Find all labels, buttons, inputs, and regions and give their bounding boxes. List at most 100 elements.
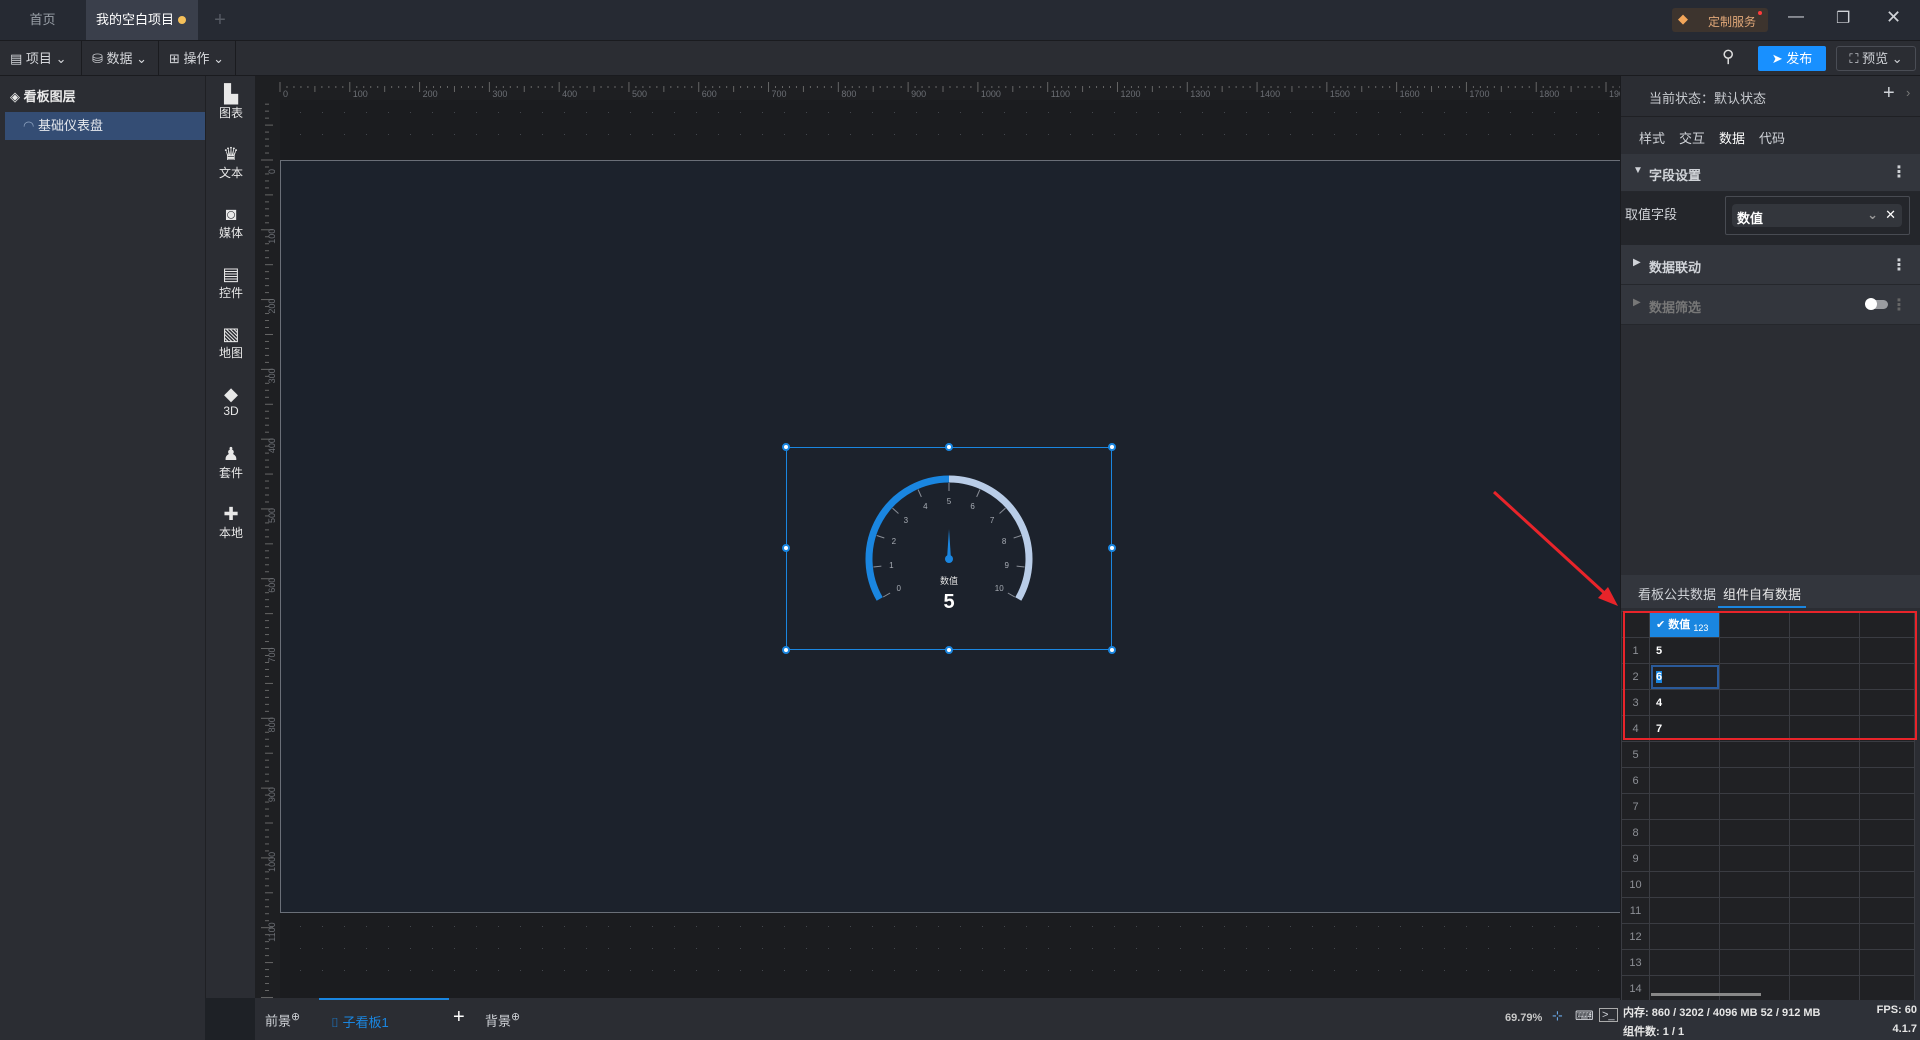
cell[interactable] (1859, 845, 1915, 872)
cell[interactable] (1719, 793, 1790, 820)
add-circle-icon[interactable]: ⊕ (511, 1011, 520, 1023)
resize-handle[interactable] (945, 646, 953, 654)
keyboard-icon[interactable]: ⌨ (1575, 1008, 1594, 1024)
zoom-level[interactable]: 69.79% (1505, 1012, 1542, 1024)
menu-project[interactable]: ▤ 项目 ⌄ (0, 41, 82, 77)
gauge-chart[interactable]: 0 1 2 3 4 5 6 7 8 9 10 数值 5 (786, 447, 1112, 650)
menu-data[interactable]: ⛁ 数据 ⌄ (82, 41, 159, 77)
component-map[interactable]: ▧ 地图 (206, 324, 256, 361)
layer-item[interactable]: ◠ 基础仪表盘 (5, 112, 205, 140)
cell[interactable] (1649, 897, 1720, 924)
component-cube[interactable]: ◆ 3D (206, 384, 256, 418)
component-shirt[interactable]: ♟ 套件 (206, 444, 256, 481)
add-tab-button[interactable]: + (205, 0, 235, 40)
cell[interactable] (1719, 923, 1790, 950)
component-bar-chart[interactable]: ▙ 图表 (206, 84, 256, 121)
tab-1[interactable]: 交互 (1679, 128, 1705, 157)
cell[interactable] (1649, 793, 1720, 820)
section-title: 数据筛选 (1649, 300, 1702, 315)
chevron-right-icon[interactable]: › (1906, 85, 1910, 100)
cell[interactable] (1789, 845, 1860, 872)
cell[interactable] (1859, 767, 1915, 794)
foreground-tab[interactable]: 前景⊕ (265, 1010, 300, 1029)
resize-handle[interactable] (782, 443, 790, 451)
cell[interactable] (1719, 845, 1790, 872)
cell[interactable] (1719, 741, 1790, 768)
tab-home[interactable]: 首页 (0, 0, 85, 40)
cell[interactable] (1649, 767, 1720, 794)
tab-0[interactable]: 样式 (1639, 128, 1665, 157)
cell[interactable] (1789, 897, 1860, 924)
cell[interactable] (1649, 741, 1720, 768)
cell[interactable] (1789, 793, 1860, 820)
field-settings-section[interactable]: ▼ 字段设置 ⋮ (1621, 154, 1920, 192)
cell[interactable] (1649, 871, 1720, 898)
cell[interactable] (1649, 819, 1720, 846)
close-icon[interactable]: ✕ (1886, 7, 1901, 28)
preview-button[interactable]: ⛶ 预览 ⌄ (1836, 46, 1916, 71)
component-crown[interactable]: ♛ 文本 (206, 144, 256, 181)
custom-service-button[interactable]: ◆ 定制服务 (1672, 8, 1768, 32)
cell[interactable] (1719, 819, 1790, 846)
component-list[interactable]: ▤ 控件 (206, 264, 256, 301)
restore-icon[interactable]: ❐ (1836, 8, 1850, 28)
fit-screen-icon[interactable]: ⊹ (1552, 1008, 1563, 1024)
resize-handle[interactable] (782, 646, 790, 654)
cell[interactable] (1859, 923, 1915, 950)
cell[interactable] (1789, 923, 1860, 950)
cell[interactable] (1649, 975, 1720, 1002)
resize-handle[interactable] (1108, 544, 1116, 552)
resize-handle[interactable] (1108, 646, 1116, 654)
cell[interactable] (1789, 767, 1860, 794)
minimize-icon[interactable]: — (1788, 8, 1804, 26)
cell[interactable] (1789, 819, 1860, 846)
publish-button[interactable]: ➤ 发布 (1758, 46, 1826, 71)
resize-handle[interactable] (1108, 443, 1116, 451)
cell[interactable] (1789, 871, 1860, 898)
add-circle-icon[interactable]: ⊕ (291, 1011, 300, 1023)
cell[interactable] (1859, 871, 1915, 898)
data-linkage-section[interactable]: ▶ 数据联动 ⋮ (1621, 245, 1920, 285)
horizontal-scrollbar[interactable] (1651, 993, 1761, 996)
cell[interactable] (1789, 741, 1860, 768)
tab-3[interactable]: 代码 (1759, 128, 1785, 157)
cell[interactable] (1789, 975, 1860, 1002)
cell[interactable] (1859, 949, 1915, 976)
add-board-button[interactable]: + (453, 1006, 465, 1029)
cell[interactable] (1859, 975, 1915, 1002)
terminal-icon[interactable]: >_ (1599, 1008, 1618, 1022)
more-icon[interactable]: ⋮ (1891, 295, 1907, 315)
cell[interactable] (1719, 897, 1790, 924)
cell[interactable] (1719, 949, 1790, 976)
resize-handle[interactable] (782, 544, 790, 552)
tab-project[interactable]: 我的空白项目 (86, 0, 198, 40)
filter-toggle[interactable] (1865, 298, 1888, 310)
tab-board-public-data[interactable]: 看板公共数据 (1638, 584, 1716, 603)
resize-handle[interactable] (945, 443, 953, 451)
cell[interactable] (1719, 871, 1790, 898)
cell[interactable] (1649, 845, 1720, 872)
search-icon[interactable]: ⚲ (1722, 47, 1734, 67)
more-icon[interactable]: ⋮ (1891, 255, 1907, 275)
menu-operate[interactable]: ⊞ 操作 ⌄ (159, 41, 236, 77)
cell[interactable] (1859, 741, 1915, 768)
state-value[interactable]: 默认状态 (1714, 91, 1766, 106)
cell[interactable] (1859, 793, 1915, 820)
cell[interactable] (1859, 819, 1915, 846)
cell[interactable] (1719, 975, 1790, 1002)
cell[interactable] (1859, 897, 1915, 924)
cell[interactable] (1789, 949, 1860, 976)
cell[interactable] (1649, 949, 1720, 976)
component-camera[interactable]: ◙ 媒体 (206, 204, 256, 241)
cell[interactable] (1719, 767, 1790, 794)
background-tab[interactable]: 背景⊕ (485, 1010, 520, 1029)
tab-component-data[interactable]: 组件自有数据 (1718, 575, 1806, 608)
component-puzzle[interactable]: ✚ 本地 (206, 504, 256, 541)
cell[interactable] (1649, 923, 1720, 950)
field-select[interactable]: 数值 ⌄ ✕ (1725, 196, 1910, 235)
clear-icon[interactable]: ✕ (1885, 207, 1896, 223)
more-icon[interactable]: ⋮ (1891, 162, 1907, 182)
data-filter-section[interactable]: ▶ 数据筛选 ⋮ (1621, 285, 1920, 325)
add-state-icon[interactable]: + (1883, 82, 1895, 105)
subboard-tab[interactable]: ⌷ 子看板1 (319, 998, 449, 1040)
